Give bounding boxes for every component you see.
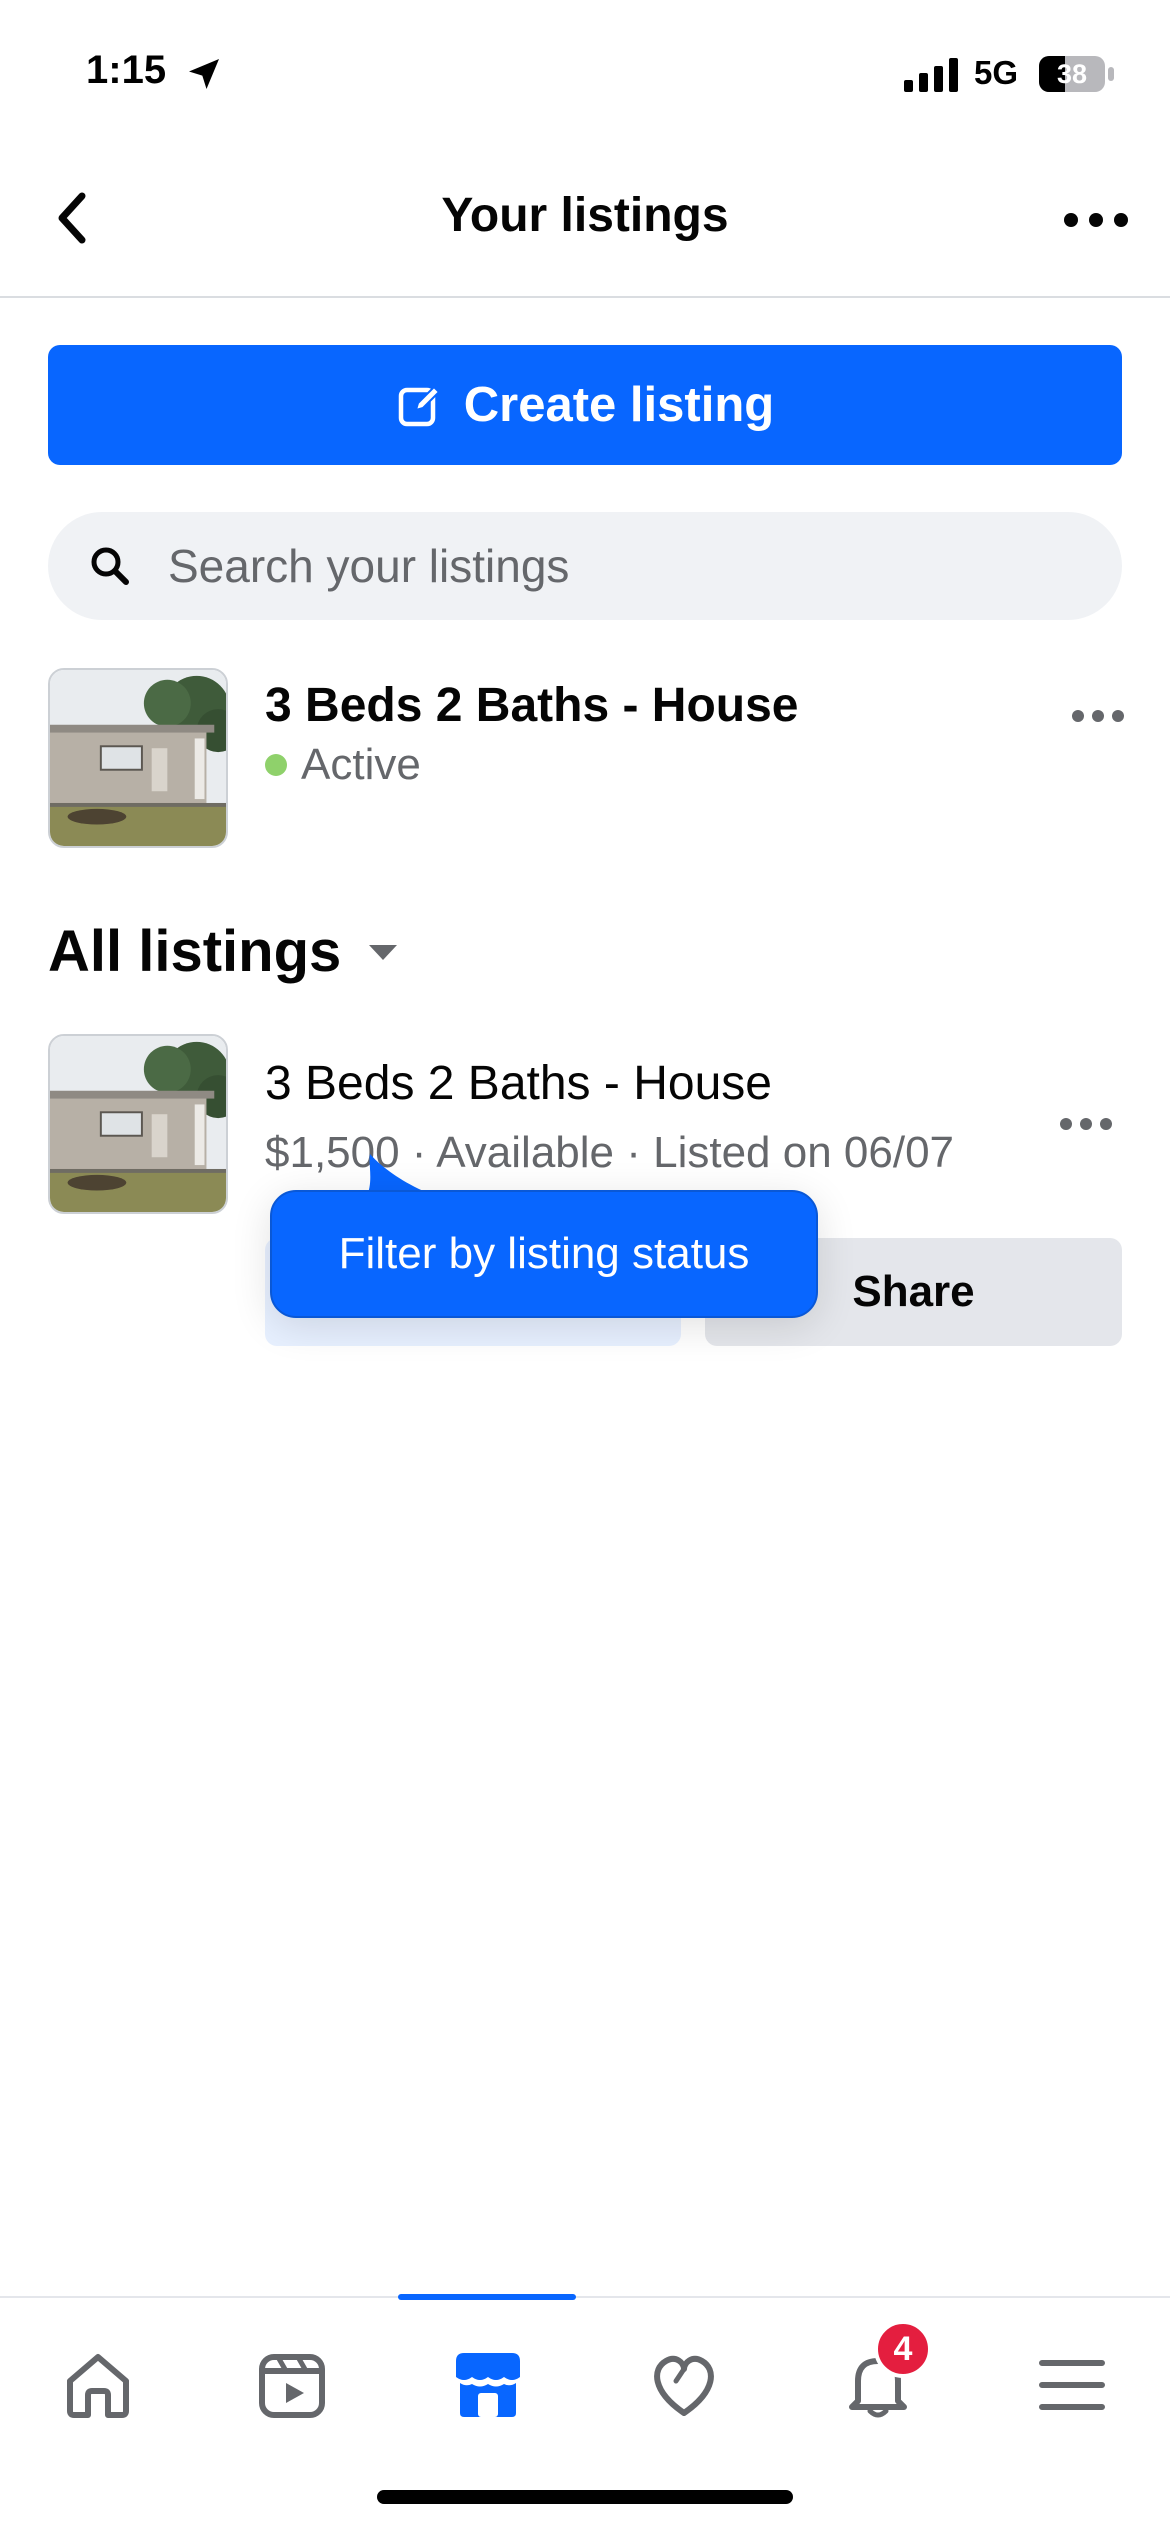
status-time: 1:15 [86, 48, 167, 92]
signal-icon [904, 58, 958, 92]
house-photo [50, 1036, 226, 1212]
listing-thumbnail[interactable] [48, 668, 228, 848]
home-indicator [377, 2490, 793, 2504]
header-divider [0, 296, 1170, 298]
all-listings-filter[interactable]: All listings [48, 918, 401, 985]
search-input[interactable] [168, 512, 1068, 620]
listing-thumbnail[interactable] [48, 1034, 228, 1214]
filter-tooltip[interactable]: Filter by listing status [270, 1190, 818, 1318]
page-title: Your listings [441, 189, 729, 242]
video-icon [259, 2354, 325, 2418]
create-listing-button[interactable]: Create listing [48, 345, 1122, 465]
tab-menu[interactable] [1012, 2330, 1132, 2440]
home-icon [67, 2354, 129, 2418]
more-horizontal-icon [1060, 1118, 1112, 1130]
tab-marketplace[interactable] [428, 2330, 548, 2440]
tabbar-divider [0, 2296, 1170, 2298]
network-label: 5G [974, 54, 1019, 91]
search-bar[interactable] [48, 512, 1122, 620]
page: 1:15 5G 38 Your listings Create listing … [0, 0, 1170, 2532]
tab-video[interactable] [232, 2330, 352, 2440]
more-horizontal-icon [1072, 710, 1124, 722]
tab-home[interactable] [38, 2330, 158, 2440]
search-icon [91, 547, 129, 585]
listing-more-button[interactable] [1046, 1100, 1126, 1148]
location-arrow-icon [189, 59, 219, 89]
notification-badge: 4 [874, 2320, 932, 2378]
tooltip-text: Filter by listing status [338, 1229, 750, 1278]
marketplace-icon [456, 2353, 520, 2417]
active-listing-status: Active [265, 740, 421, 790]
section-title: All listings [48, 919, 342, 984]
active-listing-more-button[interactable] [1058, 692, 1138, 740]
tab-dating[interactable] [624, 2330, 744, 2440]
house-photo [50, 670, 226, 846]
listing-title[interactable]: 3 Beds 2 Baths - House [265, 1056, 772, 1111]
active-status-label: Active [301, 740, 421, 789]
battery-level: 38 [1056, 59, 1088, 89]
selected-tab-indicator [398, 2294, 576, 2300]
menu-icon [1039, 2360, 1105, 2410]
create-listing-label: Create listing [463, 378, 775, 432]
heart-icon [654, 2355, 714, 2416]
active-status-dot [265, 754, 287, 776]
edit-icon [398, 385, 441, 427]
share-label: Share [852, 1267, 975, 1316]
more-horizontal-icon [1064, 213, 1128, 227]
caret-down-icon [369, 944, 398, 960]
header-more-button[interactable] [1060, 196, 1132, 244]
active-listing-title[interactable]: 3 Beds 2 Baths - House [265, 678, 798, 733]
